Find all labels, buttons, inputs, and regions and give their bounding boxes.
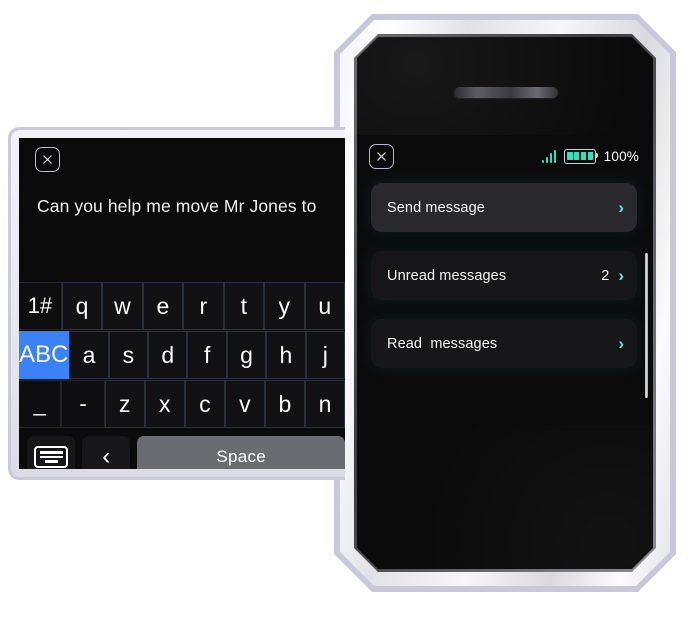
key-z[interactable]: z — [104, 380, 145, 428]
keyboard-glyph — [34, 446, 69, 468]
close-x-icon[interactable] — [35, 147, 60, 172]
menu-item-read-messages[interactable]: Read messages › — [371, 319, 637, 368]
key-1hash[interactable]: 1# — [19, 282, 62, 330]
signal-bars-icon — [541, 149, 557, 163]
key-a[interactable]: a — [69, 331, 109, 379]
keyboard-icon[interactable] — [27, 436, 76, 469]
key-s[interactable]: s — [108, 331, 149, 379]
chevron-right-icon: › — [618, 266, 624, 285]
key-h[interactable]: h — [266, 331, 306, 379]
key-e[interactable]: e — [142, 282, 184, 330]
phone-device: 100% Send message › Unread messages 2 › … — [334, 14, 676, 592]
unread-count-badge: 2 — [601, 267, 610, 284]
menu-list: Send message › Unread messages 2 › Read … — [357, 177, 653, 398]
keyboard-panel: Can you help me move Mr Jones to 1# q w … — [8, 127, 345, 480]
key-c[interactable]: c — [184, 380, 225, 428]
key-y[interactable]: y — [264, 282, 305, 330]
key-j[interactable]: j — [305, 331, 345, 379]
keyboard-panel-screen: Can you help me move Mr Jones to 1# q w … — [19, 138, 345, 469]
close-x-icon[interactable] — [369, 143, 394, 169]
chevron-right-icon: › — [618, 334, 624, 353]
key-hyphen[interactable]: - — [61, 380, 105, 428]
menu-item-label: Unread messages — [387, 267, 507, 284]
keyboard-row-1: 1# q w e r t y u — [19, 282, 345, 330]
key-b[interactable]: b — [264, 380, 305, 428]
key-t[interactable]: t — [223, 282, 265, 330]
battery-full-icon — [564, 148, 599, 164]
key-underscore[interactable]: _ — [19, 380, 62, 428]
earpiece-speaker — [454, 87, 558, 98]
phone-screen: 100% Send message › Unread messages 2 › … — [357, 37, 653, 569]
key-w[interactable]: w — [102, 282, 143, 330]
key-space[interactable]: Space — [137, 436, 345, 469]
keyboard-keys: 1# q w e r t y u ABC a s d f g h j _ - z… — [19, 282, 345, 469]
key-d[interactable]: d — [148, 331, 188, 379]
menu-item-send-message[interactable]: Send message › — [371, 183, 637, 232]
key-n[interactable]: n — [304, 380, 345, 428]
message-input-text[interactable]: Can you help me move Mr Jones to — [19, 175, 345, 217]
menu-item-unread-messages[interactable]: Unread messages 2 › — [371, 251, 637, 300]
key-v[interactable]: v — [224, 380, 265, 428]
battery-percent-label: 100% — [603, 148, 639, 164]
status-indicators: 100% — [541, 148, 639, 164]
messaging-app: 100% Send message › Unread messages 2 › … — [357, 135, 653, 425]
key-q[interactable]: q — [61, 282, 103, 330]
keyboard-row-3: _ - z x c v b n — [19, 380, 345, 428]
key-g[interactable]: g — [226, 331, 267, 379]
chevron-right-icon: › — [618, 198, 624, 217]
key-u[interactable]: u — [304, 282, 345, 330]
menu-item-label: Read messages — [387, 335, 498, 352]
key-abc[interactable]: ABC — [19, 331, 70, 379]
menu-scrollbar[interactable] — [645, 253, 648, 398]
key-f[interactable]: f — [187, 331, 227, 379]
key-x[interactable]: x — [144, 380, 185, 428]
keyboard-row-bottom: ‹ Space — [19, 429, 345, 469]
menu-item-label: Send message — [387, 199, 485, 216]
status-bar: 100% — [357, 135, 653, 177]
keyboard-row-2: ABC a s d f g h j — [19, 331, 345, 379]
keyboard-panel-topbar — [19, 138, 345, 175]
key-r[interactable]: r — [183, 282, 224, 330]
back-chevron-icon[interactable]: ‹ — [82, 436, 131, 469]
